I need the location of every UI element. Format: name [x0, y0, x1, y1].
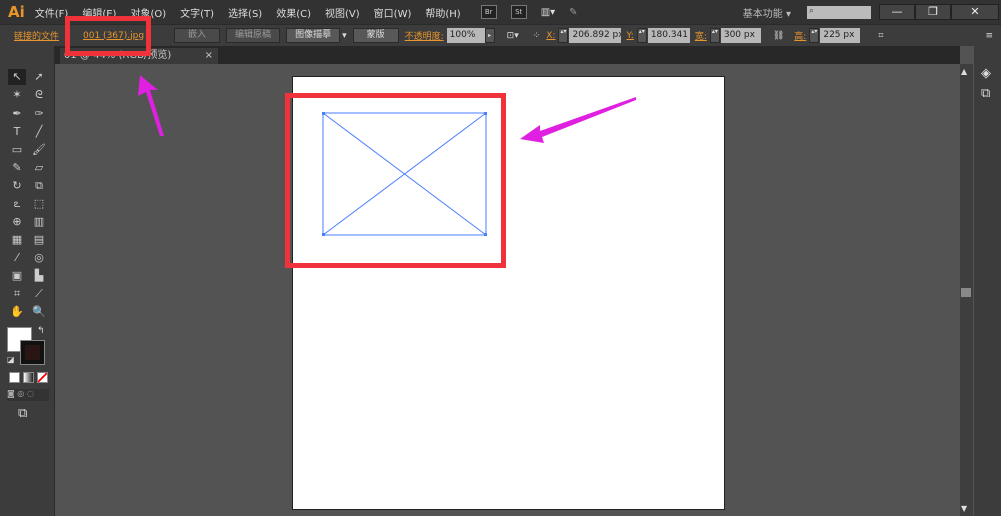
annotation-arrow-up: [138, 75, 164, 136]
layers-icon[interactable]: ◈: [981, 66, 991, 81]
menu-select[interactable]: 选择(S): [228, 5, 262, 20]
align-icon[interactable]: ⊡▾: [507, 31, 519, 41]
y-field[interactable]: 180.341 px: [647, 28, 690, 43]
screen-mode-icon[interactable]: ⧉: [18, 406, 27, 421]
arrange-documents-icon[interactable]: ▥▾: [541, 7, 555, 18]
perspective-grid-tool-icon[interactable]: ▥: [30, 214, 48, 230]
none-mode-icon[interactable]: [37, 372, 48, 383]
close-button[interactable]: ✕: [951, 4, 999, 20]
trace-preset-dropdown[interactable]: ▾: [342, 31, 347, 41]
edit-original-button[interactable]: 编辑原稿: [226, 28, 281, 43]
close-tab-icon[interactable]: ×: [205, 48, 213, 64]
magic-wand-tool-icon[interactable]: ✶: [8, 87, 26, 103]
zoom-tool-icon[interactable]: 🔍: [30, 304, 48, 320]
image-trace-button[interactable]: 图像描摹: [286, 28, 341, 43]
color-mode-icon[interactable]: [9, 372, 20, 383]
scroll-thumb[interactable]: [961, 288, 971, 297]
height-field[interactable]: 225 px: [820, 28, 861, 43]
restore-button[interactable]: ❐: [915, 4, 951, 20]
gradient-tool-icon[interactable]: ▤: [30, 232, 48, 248]
mask-button[interactable]: 蒙版: [352, 28, 399, 43]
vertical-scrollbar[interactable]: ▲ ▼: [960, 64, 973, 516]
workspace-switcher[interactable]: 基本功能 ▾: [743, 5, 791, 20]
artboard-tool-icon[interactable]: ⌗: [8, 286, 26, 302]
height-stepper[interactable]: ▴▾: [809, 28, 820, 43]
shape-builder-tool-icon[interactable]: ⊕: [8, 214, 26, 230]
warp-tool-icon[interactable]: ఽ: [8, 196, 26, 212]
constrain-proportions-icon[interactable]: ⛓: [773, 31, 784, 41]
drawing-modes-icon[interactable]: ◙ ◎ ◌: [7, 389, 49, 401]
opacity-field[interactable]: 100%: [446, 28, 485, 43]
opacity-label[interactable]: 不透明度:: [405, 29, 444, 42]
rotate-tool-icon[interactable]: ↻: [8, 178, 26, 194]
eyedropper-tool-icon[interactable]: ⁄: [8, 250, 26, 266]
mesh-tool-icon[interactable]: ▦: [8, 232, 26, 248]
pen-tool-icon[interactable]: ✒: [8, 106, 26, 122]
stock-button[interactable]: St: [510, 5, 527, 19]
menu-help[interactable]: 帮助(H): [425, 5, 460, 20]
curvature-tool-icon[interactable]: ✑: [30, 106, 48, 122]
scale-tool-icon[interactable]: ⧉: [30, 178, 48, 194]
direct-selection-tool-icon[interactable]: ➚: [30, 69, 48, 85]
free-transform-tool-icon[interactable]: ⬚: [30, 196, 48, 212]
menu-file[interactable]: 文件(F): [35, 5, 69, 20]
embed-button[interactable]: 嵌入: [174, 28, 221, 43]
search-input[interactable]: ⌕: [807, 5, 871, 19]
artboards-icon[interactable]: ⧉: [981, 86, 990, 101]
width-label: 宽:: [694, 32, 707, 42]
paintbrush-tool-icon[interactable]: 🖌: [30, 142, 48, 158]
hand-tool-icon[interactable]: ✋: [8, 304, 26, 320]
line-tool-icon[interactable]: ╱: [30, 124, 48, 140]
annotation-box-image: [285, 93, 506, 268]
height-label: 高:: [794, 32, 807, 42]
menu-type[interactable]: 文字(T): [180, 5, 214, 20]
linked-file-link[interactable]: 链接的文件: [14, 29, 59, 42]
column-graph-tool-icon[interactable]: ▙: [30, 268, 48, 284]
search-icon: ⌕: [809, 5, 815, 16]
selection-tool-icon[interactable]: ↖: [8, 69, 26, 85]
minimize-button[interactable]: —: [879, 4, 915, 20]
rectangle-tool-icon[interactable]: ▭: [8, 142, 26, 158]
width-stepper[interactable]: ▴▾: [709, 28, 720, 43]
eraser-tool-icon[interactable]: ▱: [30, 160, 48, 176]
y-stepper[interactable]: ▴▾: [636, 28, 647, 43]
app-logo: Ai: [8, 3, 25, 21]
lasso-tool-icon[interactable]: ᘓ: [30, 87, 48, 103]
annotation-box-filename: [65, 16, 151, 56]
annotation-arrow-left: [520, 97, 636, 143]
default-colors-icon[interactable]: ◪: [7, 355, 15, 364]
scroll-down-arrow[interactable]: ▼: [961, 504, 967, 513]
workspace-label: 基本功能: [742, 8, 783, 20]
width-field[interactable]: 300 px: [720, 28, 761, 43]
menu-window[interactable]: 窗口(W): [374, 5, 412, 20]
transform-icon[interactable]: ⌗: [878, 31, 883, 41]
scroll-up-arrow[interactable]: ▲: [961, 67, 967, 76]
gradient-mode-icon[interactable]: [23, 372, 34, 383]
y-label: Y:: [626, 30, 634, 41]
type-tool-icon[interactable]: T: [8, 124, 26, 140]
x-label: X:: [546, 30, 556, 41]
swap-colors-icon[interactable]: ↰: [37, 326, 45, 336]
x-field[interactable]: 206.892 px: [569, 28, 622, 43]
opacity-arrow[interactable]: ▸: [484, 28, 495, 43]
reference-point-icon[interactable]: ⁘: [533, 31, 541, 41]
stroke-swatch[interactable]: [20, 340, 45, 365]
x-stepper[interactable]: ▴▾: [558, 28, 569, 43]
menu-view[interactable]: 视图(V): [325, 5, 360, 20]
right-panel-dock: ◈ ⧉: [974, 46, 1001, 516]
blend-tool-icon[interactable]: ◎: [30, 250, 48, 266]
bridge-button[interactable]: Br: [480, 5, 497, 19]
panel-menu-icon[interactable]: ≡: [985, 31, 993, 41]
slice-tool-icon[interactable]: ⟋: [30, 286, 48, 302]
symbol-sprayer-tool-icon[interactable]: ▣: [8, 268, 26, 284]
sync-icon[interactable]: ✎: [569, 7, 577, 18]
tools-panel: ↖ ➚ ✶ ᘓ ✒ ✑ T ╱ ▭ 🖌 ✎ ▱ ↻ ⧉ ఽ ⬚ ⊕ ▥ ▦ ▤ …: [0, 46, 55, 516]
menu-effect[interactable]: 效果(C): [276, 5, 311, 20]
pencil-tool-icon[interactable]: ✎: [8, 160, 26, 176]
